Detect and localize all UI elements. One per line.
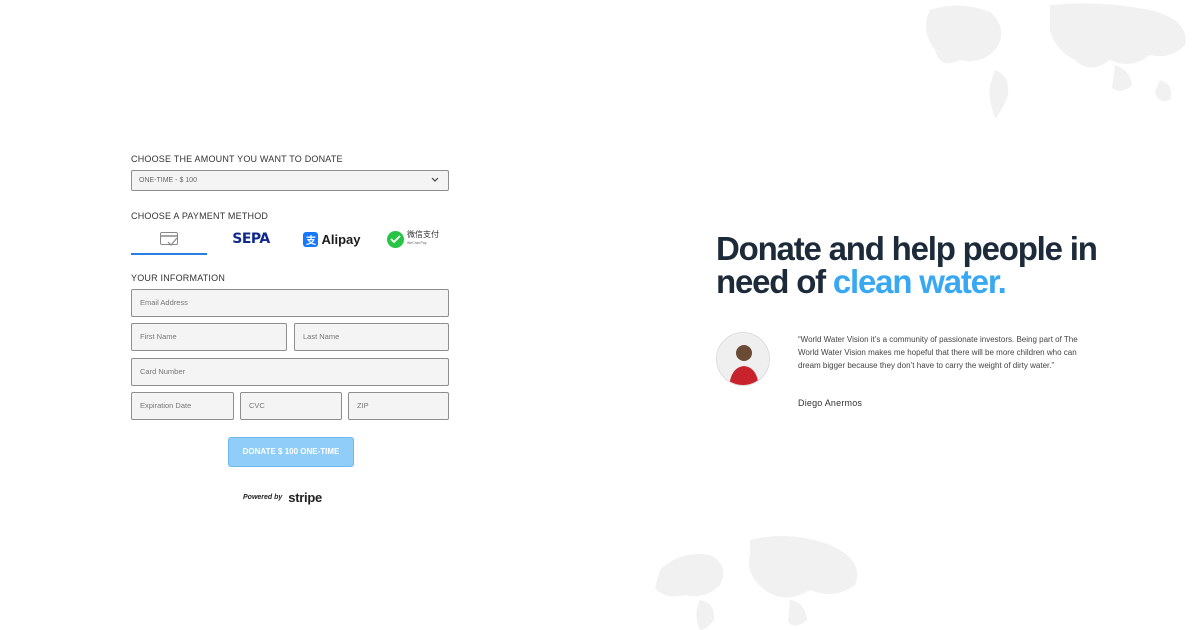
wechat-sub-label: WeChat Pay: [407, 241, 427, 245]
testimonial-quote: “World Water Vision it’s a community of …: [798, 335, 1078, 370]
headline-accent: clean water.: [832, 263, 1007, 300]
powered-by-stripe[interactable]: Powered by stripe: [243, 490, 322, 505]
powered-by-label: Powered by: [243, 494, 283, 501]
page-headline: Donate and help people in need of clean …: [716, 232, 1136, 298]
person-photo-icon: [717, 333, 769, 385]
last-name-field[interactable]: Last Name: [294, 323, 449, 351]
world-map-decoration: [926, 3, 1186, 118]
zip-field[interactable]: ZIP: [348, 392, 449, 420]
sepa-logo: SEPA: [232, 231, 270, 247]
stripe-logo: stripe: [288, 490, 322, 505]
credit-card-icon: [160, 232, 178, 246]
wechat-icon: [387, 230, 404, 248]
email-field[interactable]: Email Address: [131, 289, 449, 317]
amount-select[interactable]: ONE-TIME - $ 100: [131, 170, 449, 191]
info-section-label: YOUR INFORMATION: [131, 273, 226, 283]
amount-section-label: CHOOSE THE AMOUNT YOU WANT TO DONATE: [131, 154, 343, 164]
payment-tab-alipay[interactable]: 支 Alipay: [300, 226, 364, 252]
amount-select-value: ONE-TIME - $ 100: [139, 177, 197, 184]
donate-button[interactable]: DONATE $ 100 ONE-TIME: [228, 437, 354, 467]
payment-section-label: CHOOSE A PAYMENT METHOD: [131, 211, 269, 221]
payment-tab-card[interactable]: [131, 226, 207, 255]
alipay-icon: 支: [303, 231, 319, 247]
world-map-decoration: [655, 536, 858, 630]
wechat-label: 微信支付: [407, 230, 439, 239]
cvc-field[interactable]: CVC: [240, 392, 342, 420]
payment-tab-sepa[interactable]: SEPA: [222, 226, 280, 252]
expiration-date-field[interactable]: Expiration Date: [131, 392, 234, 420]
first-name-field[interactable]: First Name: [131, 323, 287, 351]
chevron-down-icon: [431, 177, 439, 182]
payment-tab-wechat[interactable]: 微信支付 WeChat Pay: [382, 226, 444, 252]
alipay-label: Alipay: [321, 231, 361, 247]
testimonial-author: Diego Anermos: [798, 398, 863, 408]
card-number-field[interactable]: Card Number: [131, 358, 449, 386]
avatar: [716, 332, 770, 386]
